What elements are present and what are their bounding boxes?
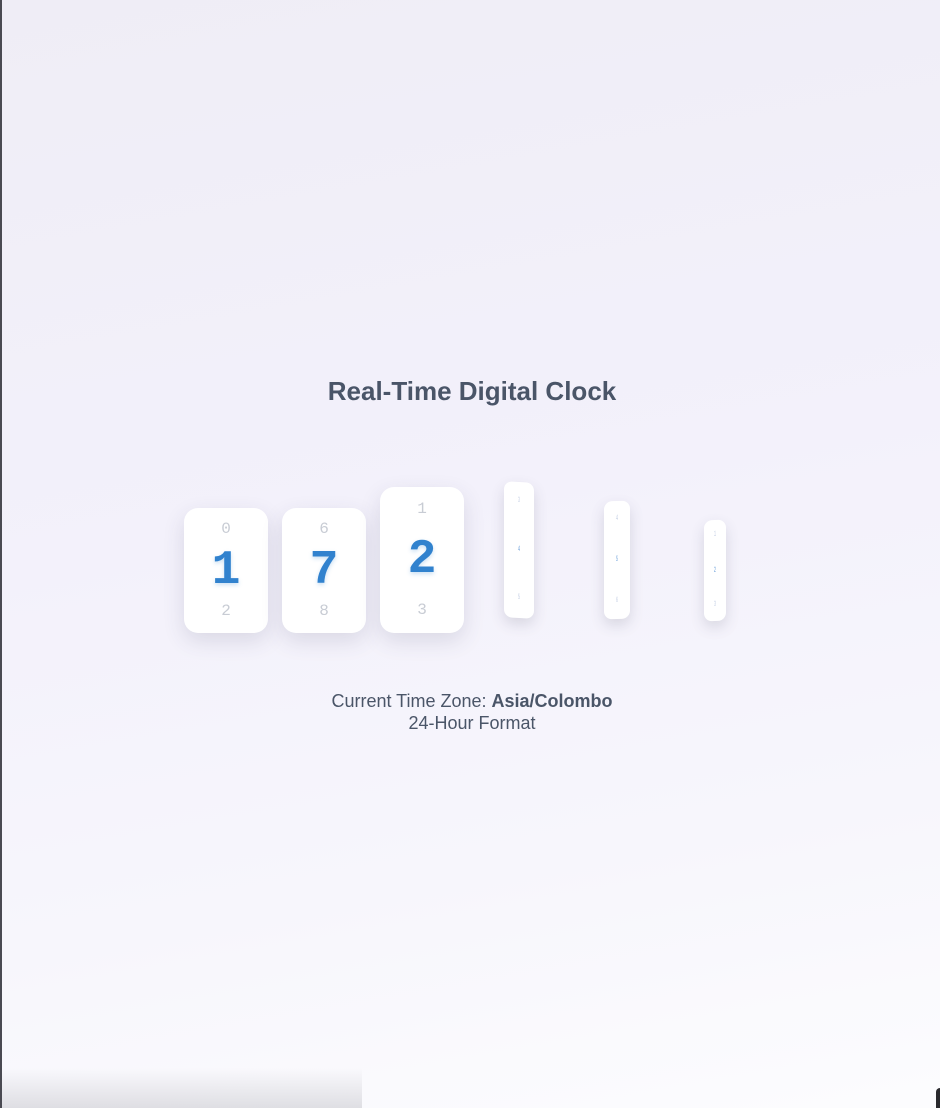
previous-digit: 1 — [713, 529, 717, 540]
current-digit: 7 — [309, 544, 339, 598]
page-title: Real-Time Digital Clock — [327, 376, 617, 406]
second-tens-digit: 4 5 6 — [604, 500, 630, 620]
previous-digit: 4 — [615, 513, 619, 524]
next-digit: 3 — [713, 599, 717, 610]
current-digit: 2 — [407, 533, 437, 587]
hour-ones-digit: 6 7 8 — [282, 508, 366, 633]
next-digit: 3 — [417, 601, 427, 619]
next-digit: 6 — [615, 595, 619, 606]
current-digit: 5 — [615, 554, 619, 565]
timezone-label: Current Time Zone: — [331, 691, 492, 711]
minute-ones-digit: 3 4 5 — [504, 481, 534, 619]
timezone-info: Current Time Zone: Asia/Colombo 24-Hour … — [2, 690, 940, 734]
previous-digit: 1 — [417, 500, 427, 518]
next-digit: 5 — [517, 592, 521, 603]
current-digit: 4 — [517, 544, 521, 555]
next-digit: 8 — [319, 602, 329, 620]
bottom-shadow — [2, 1068, 362, 1108]
minute-tens-digit: 1 2 3 — [380, 487, 464, 633]
second-ones-digit: 1 2 3 — [704, 519, 726, 622]
previous-digit: 3 — [517, 495, 521, 506]
timezone-value: Asia/Colombo — [491, 691, 613, 711]
timezone-line: Current Time Zone: Asia/Colombo — [2, 690, 940, 712]
previous-digit: 0 — [221, 520, 231, 538]
previous-digit: 6 — [319, 520, 329, 538]
next-digit: 2 — [221, 602, 231, 620]
current-digit: 1 — [211, 544, 241, 598]
window-corner — [936, 1088, 940, 1108]
current-digit: 2 — [713, 565, 717, 576]
format-label: 24-Hour Format — [408, 713, 536, 733]
hour-tens-digit: 0 1 2 — [184, 508, 268, 633]
